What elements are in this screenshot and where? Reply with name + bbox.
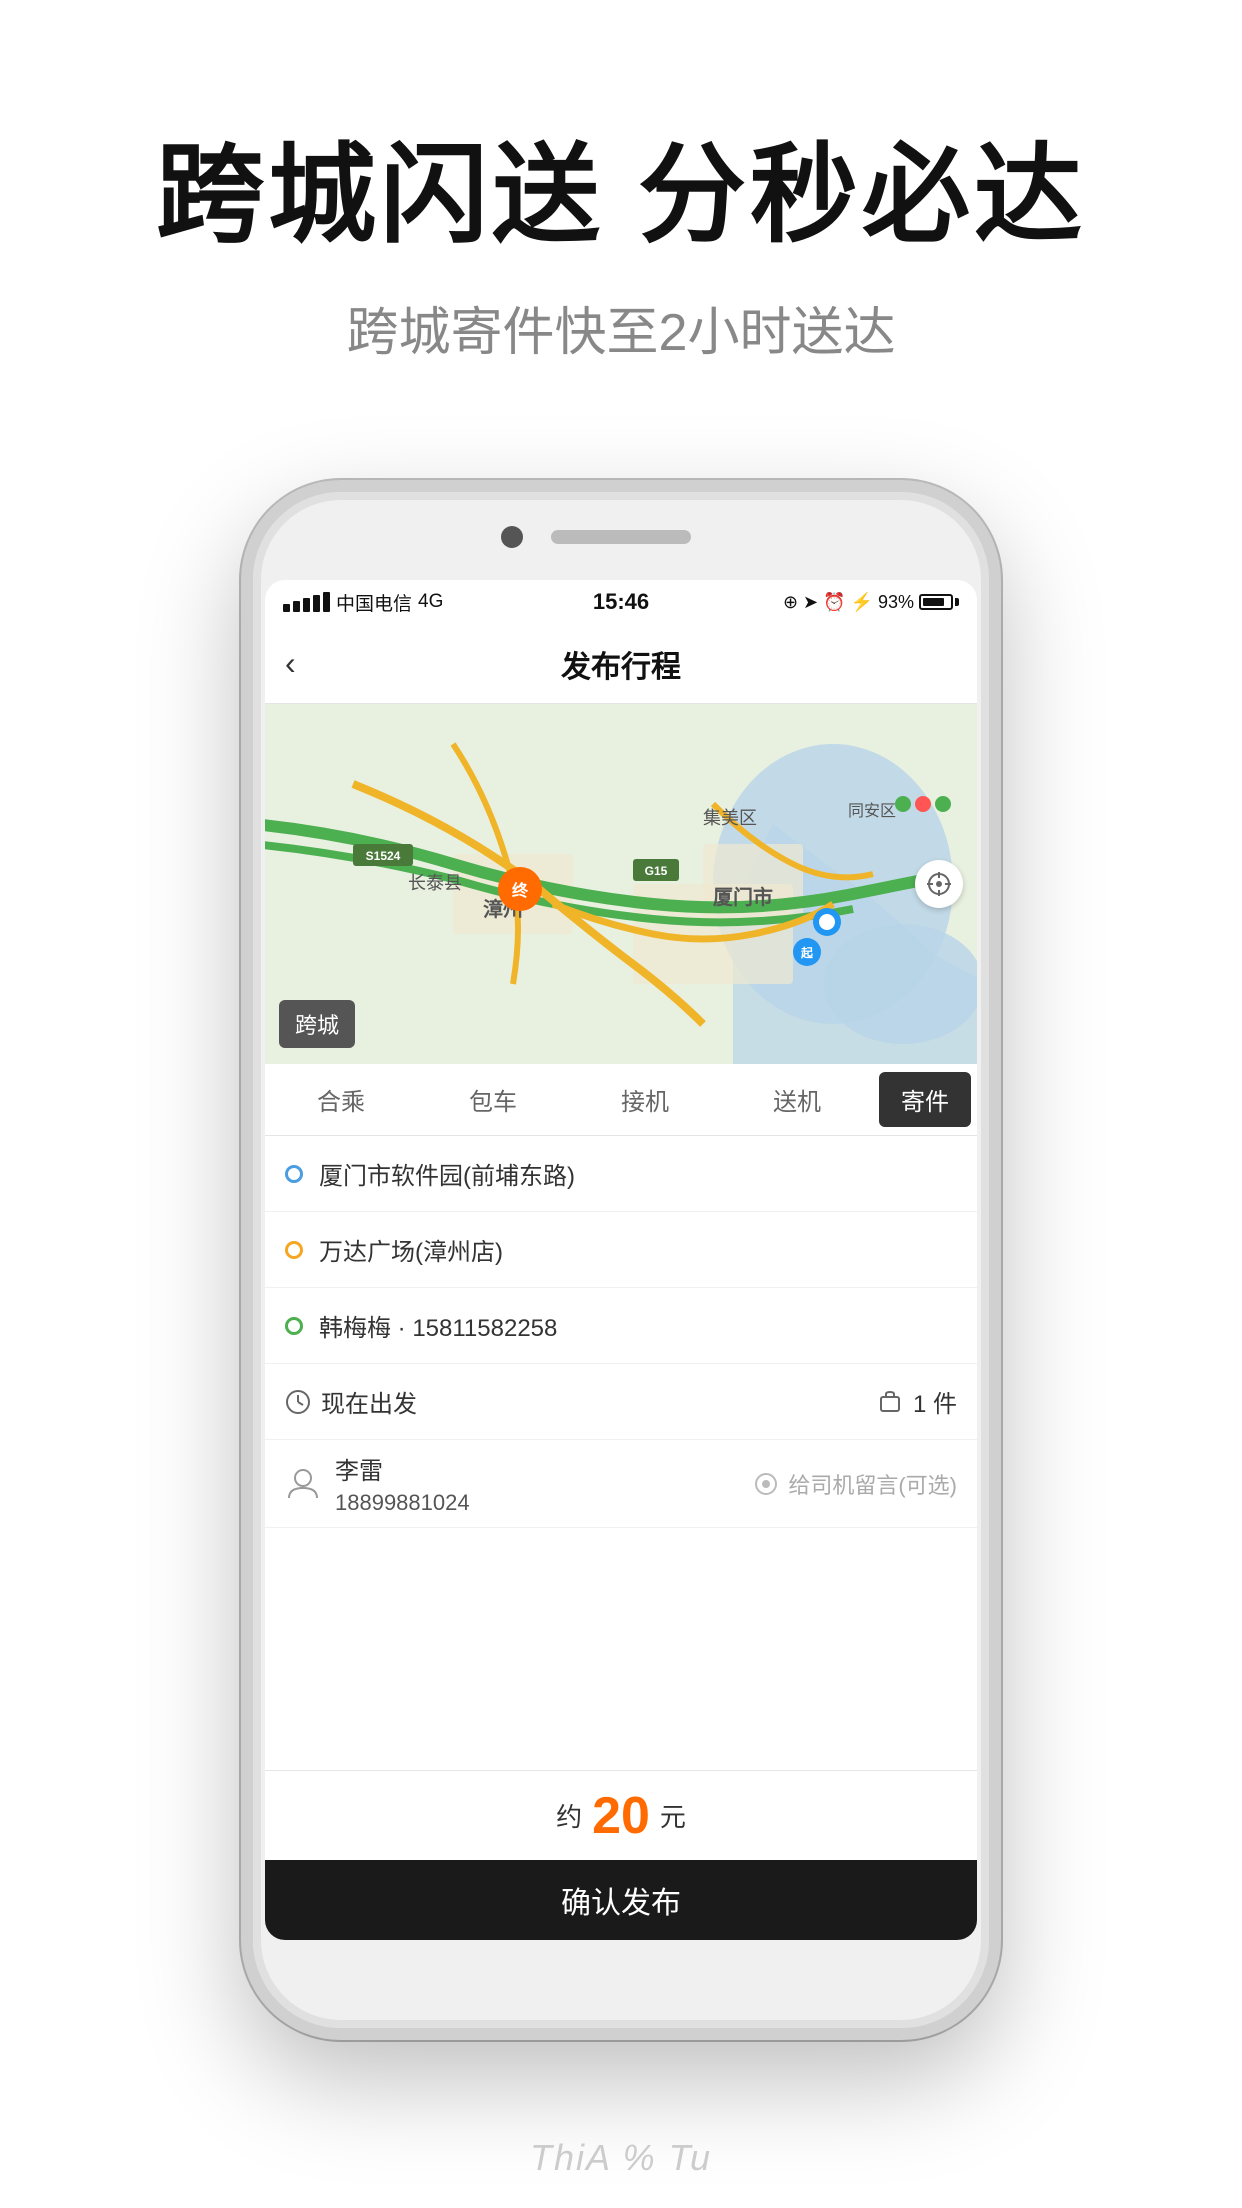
svg-text:长泰县: 长泰县 xyxy=(408,873,462,893)
form-area: 厦门市软件园(前埔东路) 万达广场(漳州店) 韩梅梅 · 15811582258 xyxy=(265,1136,977,1770)
map-area[interactable]: S1524 G15 漳州 长泰县 集美区 厦门市 同安区 xyxy=(265,704,977,1064)
person-row[interactable]: 李雷 18899881024 给司机留言(可选) xyxy=(265,1440,977,1528)
battery-icon xyxy=(919,594,959,610)
confirm-button[interactable]: 确认发布 xyxy=(265,1860,977,1940)
crosshair-icon xyxy=(925,870,953,898)
svg-text:厦门市: 厦门市 xyxy=(713,885,773,909)
svg-text:终: 终 xyxy=(512,881,529,900)
signal-icon xyxy=(283,592,330,612)
svg-text:集美区: 集美区 xyxy=(703,808,757,828)
origin-dot xyxy=(285,1165,303,1183)
price-amount: 20 xyxy=(592,1786,650,1846)
clock-icon xyxy=(285,1389,311,1415)
confirm-label: 确认发布 xyxy=(561,1878,681,1922)
hero-subtitle: 跨城寄件快至2小时送达 xyxy=(0,290,1242,365)
tab-hecheng[interactable]: 合乘 xyxy=(265,1064,417,1135)
phone-screen: 中国电信 4G 15:46 ⊕ ➤ ⏰ ⚡ 93% xyxy=(265,580,977,1940)
page-title: 发布行程 xyxy=(561,642,681,686)
volume-down-button xyxy=(241,892,251,982)
network-label: 4G xyxy=(418,591,443,613)
volume-up-button xyxy=(241,772,251,862)
carrier-label: 中国电信 xyxy=(336,589,412,616)
message-placeholder-text: 给司机留言(可选) xyxy=(788,1468,957,1500)
battery-percent: 93% xyxy=(878,592,914,613)
watermark: ThiA % Tu xyxy=(0,2108,1242,2208)
speaker xyxy=(551,530,691,544)
status-bar: 中国电信 4G 15:46 ⊕ ➤ ⏰ ⚡ 93% xyxy=(265,580,977,624)
tab-jijian[interactable]: 寄件 xyxy=(879,1072,971,1127)
svg-text:同安区: 同安区 xyxy=(848,802,896,820)
origin-text: 厦门市软件园(前埔东路) xyxy=(319,1156,575,1191)
package-count-field[interactable]: 1 件 xyxy=(877,1384,957,1419)
tab-baoce[interactable]: 包车 xyxy=(417,1064,569,1135)
crosshair-button[interactable] xyxy=(915,860,963,908)
front-camera xyxy=(501,526,523,548)
price-prefix: 约 xyxy=(556,1797,582,1834)
price-bar: 约 20 元 xyxy=(265,1770,977,1860)
package-count-text: 1 件 xyxy=(913,1384,957,1419)
package-icon xyxy=(877,1389,903,1415)
destination-dot xyxy=(285,1241,303,1259)
svg-text:起: 起 xyxy=(800,945,814,960)
depart-time-text: 现在出发 xyxy=(321,1384,417,1419)
origin-row[interactable]: 厦门市软件园(前埔东路) xyxy=(265,1136,977,1212)
map-svg: S1524 G15 漳州 长泰县 集美区 厦门市 同安区 xyxy=(265,704,977,1064)
tabs-row: 合乘 包车 接机 送机 寄件 xyxy=(265,1064,977,1136)
sender-name: 李雷 xyxy=(335,1451,470,1486)
message-icon xyxy=(752,1470,780,1498)
time-label: 15:46 xyxy=(593,589,649,615)
hero-title: 跨城闪送 分秒必达 xyxy=(0,130,1242,260)
status-right: ⊕ ➤ ⏰ ⚡ 93% xyxy=(783,592,959,613)
sender-phone: 18899881024 xyxy=(335,1490,470,1516)
depart-time-field[interactable]: 现在出发 xyxy=(285,1384,417,1419)
destination-row[interactable]: 万达广场(漳州店) xyxy=(265,1212,977,1288)
bluetooth-icon: ⚡ xyxy=(851,592,873,613)
tab-songji[interactable]: 送机 xyxy=(721,1064,873,1135)
kuacheng-badge: 跨城 xyxy=(279,1000,355,1048)
status-left: 中国电信 4G xyxy=(283,589,443,616)
message-field[interactable]: 给司机留言(可选) xyxy=(752,1468,957,1500)
person-details: 李雷 18899881024 xyxy=(335,1451,470,1516)
contact-dot xyxy=(285,1317,303,1335)
mute-button xyxy=(241,682,251,732)
price-suffix: 元 xyxy=(660,1797,686,1834)
power-button xyxy=(991,712,1001,792)
phone-mockup: 中国电信 4G 15:46 ⊕ ➤ ⏰ ⚡ 93% xyxy=(241,480,1001,2040)
svg-text:G15: G15 xyxy=(645,864,668,878)
person-icon xyxy=(285,1466,321,1502)
back-button[interactable]: ‹ xyxy=(285,645,296,682)
tab-jieji[interactable]: 接机 xyxy=(569,1064,721,1135)
time-package-row[interactable]: 现在出发 1 件 xyxy=(265,1364,977,1440)
svg-text:S1524: S1524 xyxy=(366,849,401,863)
location-icon: ➤ xyxy=(803,592,818,613)
contact-text: 韩梅梅 · 15811582258 xyxy=(319,1308,557,1343)
destination-text: 万达广场(漳州店) xyxy=(319,1232,503,1267)
watermark-text: ThiA % Tu xyxy=(530,2137,712,2179)
alarm-icon: ⏰ xyxy=(823,592,845,613)
person-info-left: 李雷 18899881024 xyxy=(285,1451,470,1516)
nav-bar: ‹ 发布行程 xyxy=(265,624,977,704)
contact-row[interactable]: 韩梅梅 · 15811582258 xyxy=(265,1288,977,1364)
gps-icon: ⊕ xyxy=(783,592,798,613)
